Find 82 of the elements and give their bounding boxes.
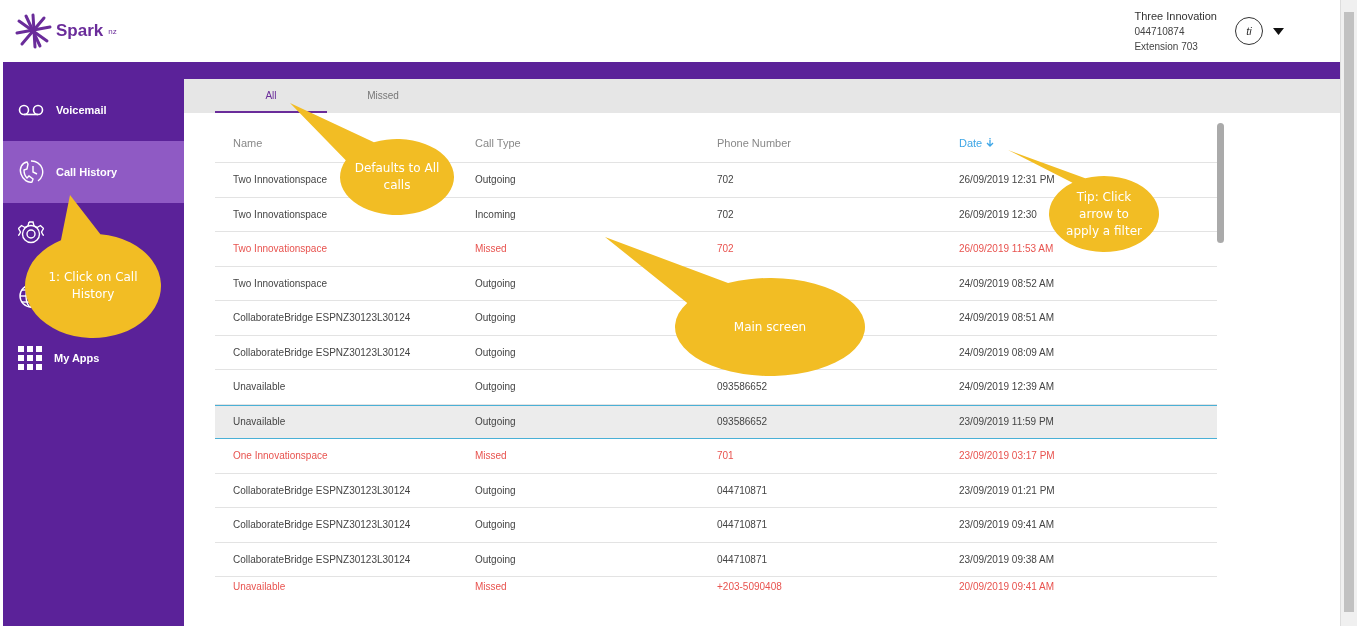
spark-logo[interactable]: Spark nz <box>14 13 117 49</box>
table-cell: 26/09/2019 12:31 PM <box>959 174 1055 186</box>
table-cell: 24/09/2019 08:52 AM <box>959 277 1055 289</box>
table-cell: 23/09/2019 09:38 AM <box>959 553 1055 565</box>
table-cell: 23/09/2019 01:21 PM <box>959 484 1055 496</box>
user-name: Three Innovation <box>1134 8 1217 24</box>
table-cell: Incoming <box>475 208 516 220</box>
table-row[interactable]: CollaborateBridge ESPNZ30123L30124 Outgoing 044710871 23/09/2019 09:41 AM <box>215 508 1217 543</box>
sidebar-label: My Apps <box>54 352 100 364</box>
table-cell: 20/09/2019 09:41 AM <box>959 581 1055 592</box>
sidebar-label: Voicemail <box>56 104 107 116</box>
table-cell: 26/09/2019 11:53 AM <box>959 243 1054 255</box>
table-cell: Outgoing <box>475 484 516 496</box>
page-scrollbar[interactable] <box>1340 0 1357 626</box>
table-cell: Outgoing <box>475 346 516 358</box>
sidebar-item[interactable]: My Apps <box>3 327 184 389</box>
apps-grid-icon <box>18 346 42 370</box>
table-cell: 702 <box>717 174 734 186</box>
table-cell: CollaborateBridge ESPNZ30123L30124 <box>233 553 411 565</box>
scrollbar-thumb[interactable] <box>1217 123 1224 243</box>
table-cell: Outgoing <box>475 381 516 393</box>
table-cell: Two Innovationspace <box>233 243 327 255</box>
table-cell: Unavailable <box>233 416 286 428</box>
table-cell: Outgoing <box>475 553 516 565</box>
table-cell: Missed <box>475 243 507 255</box>
table-cell: CollaborateBridge ESPNZ30123L30124 <box>233 312 411 324</box>
column-header[interactable]: Phone Number <box>717 136 791 149</box>
sidebar-label: Call History <box>56 166 118 178</box>
voicemail-icon <box>18 104 44 116</box>
table-cell: Two Innovationspace <box>233 174 327 186</box>
table-cell: 24/09/2019 08:09 AM <box>959 346 1055 358</box>
table-cell: Two Innovationspace <box>233 208 327 220</box>
table-cell: 702 <box>717 243 734 255</box>
phone-clock-icon <box>18 159 44 185</box>
logo-text: Spark <box>56 21 104 41</box>
tooltip-text: 1: Click on Call History <box>47 269 139 303</box>
sort-arrow-icon[interactable] <box>986 138 995 147</box>
table-row[interactable]: CollaborateBridge ESPNZ30123L30124 Outgoing 044710871 23/09/2019 09:38 AM <box>215 542 1217 577</box>
table-cell: Two Innovationspace <box>233 277 327 289</box>
table-row[interactable]: One Innovationspace Missed 701 23/09/2019 03:17 PM <box>215 439 1217 474</box>
column-header[interactable]: Call Type <box>475 136 521 149</box>
table-cell: Outgoing <box>475 519 516 531</box>
table-cell: 701 <box>717 450 734 462</box>
column-header[interactable]: Name <box>233 136 263 149</box>
user-number: 044710874 <box>1134 24 1186 39</box>
table-row[interactable]: CollaborateBridge ESPNZ30123L30124 Outgoing 044710871 23/09/2019 01:21 PM <box>215 473 1217 508</box>
tooltip-text: Defaults to All calls <box>353 160 441 194</box>
table-cell: 24/09/2019 12:39 AM <box>959 381 1055 393</box>
table-cell: Outgoing <box>475 312 516 324</box>
table-cell: 093586652 <box>717 381 768 393</box>
table-cell: CollaborateBridge ESPNZ30123L30124 <box>233 519 411 531</box>
table-cell: 702 <box>717 208 734 220</box>
table-cell: CollaborateBridge ESPNZ30123L30124 <box>233 484 411 496</box>
table-row[interactable]: Unavailable Missed +203-5090408 20/09/2019 09:41 AM <box>215 577 1217 597</box>
table-cell: One Innovationspace <box>233 450 328 462</box>
table-cell: 23/09/2019 09:41 AM <box>959 519 1055 531</box>
table-cell: Outgoing <box>475 277 516 289</box>
table-cell: Unavailable <box>233 581 286 592</box>
table-cell: 23/09/2019 03:17 PM <box>959 450 1055 462</box>
dropdown-caret-icon[interactable] <box>1273 27 1284 35</box>
table-cell: 044710871 <box>717 484 768 496</box>
table-row[interactable]: Unavailable Outgoing 093586652 23/09/2019 11:59 PM <box>215 404 1217 439</box>
star-burst-icon <box>14 13 52 49</box>
table-cell: Outgoing <box>475 416 516 428</box>
logo-suffix: nz <box>108 26 117 36</box>
table-cell: Missed <box>475 450 507 462</box>
table-cell: CollaborateBridge ESPNZ30123L30124 <box>233 346 411 358</box>
table-cell: 044710871 <box>717 553 768 565</box>
user-extension: Extension 703 <box>1134 39 1199 54</box>
sidebar-item[interactable]: Call History <box>3 141 184 203</box>
table-cell: 044710871 <box>717 519 768 531</box>
table-cell: 24/09/2019 08:51 AM <box>959 312 1055 324</box>
table-cell: Outgoing <box>475 174 516 186</box>
table-cell: +203-5090408 <box>717 581 782 592</box>
table-cell: 093586652 <box>717 416 768 428</box>
table-cell: 26/09/2019 12:30 <box>959 208 1037 220</box>
sidebar-item[interactable]: Voicemail <box>3 79 184 141</box>
tooltip-text: Main screen <box>732 318 808 336</box>
table-cell: 23/09/2019 11:59 PM <box>959 416 1054 428</box>
table-cell: Missed <box>475 581 507 592</box>
filter-tab[interactable]: Missed <box>327 79 439 113</box>
table-cell: Unavailable <box>233 381 286 393</box>
